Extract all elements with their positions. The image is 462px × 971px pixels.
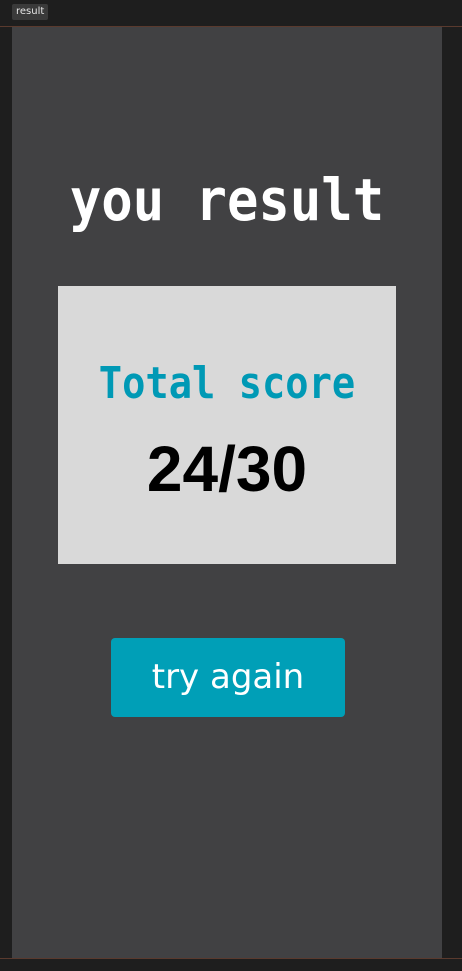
page-title: you result bbox=[69, 166, 385, 234]
score-card: Total score 24/30 bbox=[58, 286, 396, 564]
score-value: 24/30 bbox=[146, 433, 308, 505]
try-again-button[interactable]: try again bbox=[111, 638, 345, 717]
score-label: Total score bbox=[98, 358, 356, 409]
frame-bottom-border bbox=[0, 958, 462, 959]
frame-name-tag[interactable]: result bbox=[12, 4, 49, 20]
editor-top-bar: result bbox=[0, 0, 462, 27]
result-screen: you result Total score 24/30 try again bbox=[12, 27, 442, 958]
